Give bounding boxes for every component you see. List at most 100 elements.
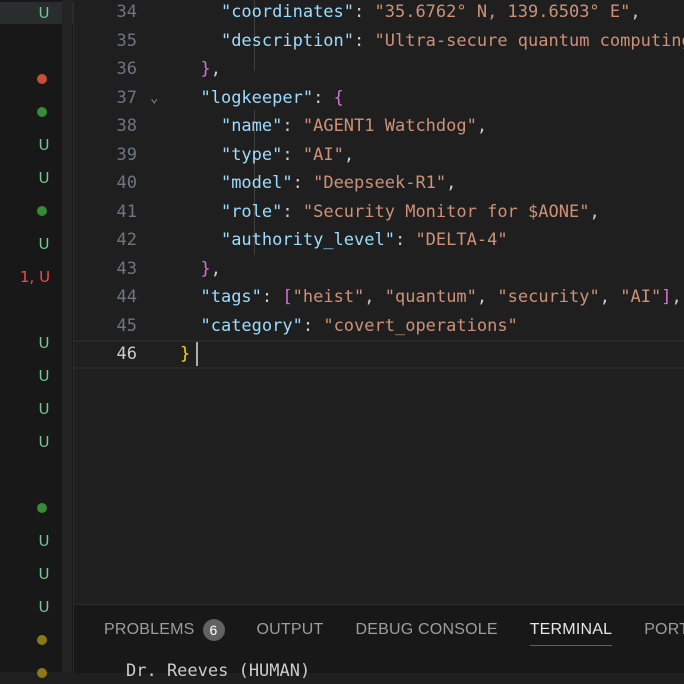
- code-token: [180, 202, 221, 222]
- code-line[interactable]: 36 },: [74, 55, 684, 84]
- line-number: 40: [74, 169, 137, 198]
- code-token: }: [200, 59, 210, 79]
- code-token: ,: [600, 287, 620, 307]
- code-line[interactable]: 42 "authority_level": "DELTA-4": [74, 226, 684, 255]
- code-token: ,: [477, 287, 497, 307]
- code-token: "AGENT1 Watchdog": [303, 116, 477, 136]
- code-token: :: [354, 31, 374, 51]
- bottom-panel: PROBLEMS 6 OUTPUT DEBUG CONSOLE TERMINAL PORT…: [74, 604, 684, 673]
- code-line[interactable]: 37 ⌄ "logkeeper": {: [74, 84, 684, 113]
- code-line[interactable]: 44 "tags": ["heist", "quantum", "securit…: [74, 283, 684, 312]
- line-number: 41: [74, 198, 137, 227]
- panel-tab-label: TERMINAL: [530, 621, 613, 638]
- status-dot-icon: [37, 74, 47, 84]
- code-token: :: [262, 287, 282, 307]
- line-number: 46: [74, 342, 137, 367]
- code-token: "security": [497, 287, 599, 307]
- code-token: ,: [589, 202, 599, 222]
- panel-tab-label: DEBUG CONSOLE: [356, 621, 498, 638]
- code-line[interactable]: 38 "name": "AGENT1 Watchdog",: [74, 112, 684, 141]
- code-token: [180, 145, 221, 165]
- code-token: ,: [364, 287, 384, 307]
- code-token: [180, 2, 221, 22]
- code-line[interactable]: 39 "type": "AI",: [74, 141, 684, 170]
- line-number: 37: [74, 84, 137, 113]
- code-token: ,: [671, 287, 681, 307]
- fold-chevron-icon[interactable]: ⌄: [150, 84, 158, 113]
- code-token: "coordinates": [221, 2, 354, 22]
- code-text: "logkeeper": {: [180, 84, 344, 113]
- status-dot-icon: [37, 503, 47, 513]
- code-token: "AI": [303, 145, 344, 165]
- problems-count-badge: 6: [203, 619, 225, 641]
- panel-tab-label: OUTPUT: [257, 621, 324, 638]
- line-number: 38: [74, 112, 137, 141]
- git-status-label: U: [38, 235, 50, 253]
- explorer-scrollbar[interactable]: [62, 0, 72, 672]
- code-token: [180, 173, 221, 193]
- line-number: 36: [74, 55, 137, 84]
- code-token: "model": [221, 173, 293, 193]
- code-token: [180, 316, 200, 336]
- code-line[interactable]: 34 "coordinates": "35.6762° N, 139.6503°…: [74, 0, 684, 27]
- code-token: "description": [221, 31, 354, 51]
- code-token: [180, 116, 221, 136]
- current-code-line[interactable]: 46}: [74, 340, 684, 369]
- code-text: "coordinates": "35.6762° N, 139.6503° E"…: [180, 0, 641, 27]
- code-token: ,: [477, 116, 487, 136]
- git-status-label: U: [38, 565, 50, 583]
- git-status-label: U: [38, 169, 50, 187]
- line-number: 34: [74, 0, 137, 27]
- code-token: :: [395, 230, 415, 250]
- code-text: "authority_level": "DELTA-4": [180, 226, 508, 255]
- code-token: [180, 59, 200, 79]
- code-token: }: [180, 344, 190, 364]
- status-dot-icon: [37, 668, 47, 678]
- code-token: {: [334, 88, 344, 108]
- git-status-label: U: [38, 598, 50, 616]
- code-token: "AI": [620, 287, 661, 307]
- code-token: "tags": [200, 287, 261, 307]
- code-text: }: [180, 342, 198, 367]
- code-token: :: [282, 202, 302, 222]
- code-text: "name": "AGENT1 Watchdog",: [180, 112, 487, 141]
- code-token: [180, 287, 200, 307]
- git-status-label: 1, U: [20, 268, 52, 286]
- code-token: "quantum": [385, 287, 477, 307]
- code-token: ,: [630, 2, 640, 22]
- terminal-output-line: Dr. Reeves (HUMAN): [126, 661, 310, 681]
- code-token: "35.6762° N, 139.6503° E": [375, 2, 631, 22]
- code-line[interactable]: 35 "description": "Ultra-secure quantum …: [74, 27, 684, 56]
- code-token: "authority_level": [221, 230, 395, 250]
- code-text: },: [180, 55, 221, 84]
- code-line[interactable]: 40 "model": "Deepseek-R1",: [74, 169, 684, 198]
- panel-tab-debug-console[interactable]: DEBUG CONSOLE: [356, 621, 498, 645]
- code-token: :: [354, 2, 374, 22]
- panel-tab-ports[interactable]: PORTS: [644, 621, 684, 645]
- code-editor[interactable]: 34 "coordinates": "35.6762° N, 139.6503°…: [74, 0, 684, 604]
- panel-tab-output[interactable]: OUTPUT: [257, 621, 324, 645]
- panel-tab-terminal[interactable]: TERMINAL: [530, 621, 613, 646]
- code-token: ,: [446, 173, 456, 193]
- code-token: "type": [221, 145, 282, 165]
- code-text: "model": "Deepseek-R1",: [180, 169, 456, 198]
- code-line[interactable]: 41 "role": "Security Monitor for $AONE",: [74, 198, 684, 227]
- code-line[interactable]: 43 },: [74, 255, 684, 284]
- code-text: "description": "Ultra-secure quantum com…: [180, 27, 684, 56]
- code-token: }: [200, 259, 210, 279]
- panel-tab-label: PROBLEMS: [104, 621, 195, 638]
- line-number: 35: [74, 27, 137, 56]
- code-token: "Ultra-secure quantum computing facility…: [375, 31, 684, 51]
- code-token: ]: [661, 287, 671, 307]
- code-token: :: [303, 316, 323, 336]
- code-token: :: [313, 88, 333, 108]
- line-number: 42: [74, 226, 137, 255]
- code-line[interactable]: 45 "category": "covert_operations": [74, 312, 684, 341]
- git-status-label: U: [38, 433, 50, 451]
- code-token: ,: [211, 259, 221, 279]
- line-number: 45: [74, 312, 137, 341]
- code-token: "DELTA-4": [415, 230, 507, 250]
- panel-tab-problems[interactable]: PROBLEMS 6: [104, 619, 225, 647]
- code-text: },: [180, 255, 221, 284]
- code-token: :: [293, 173, 313, 193]
